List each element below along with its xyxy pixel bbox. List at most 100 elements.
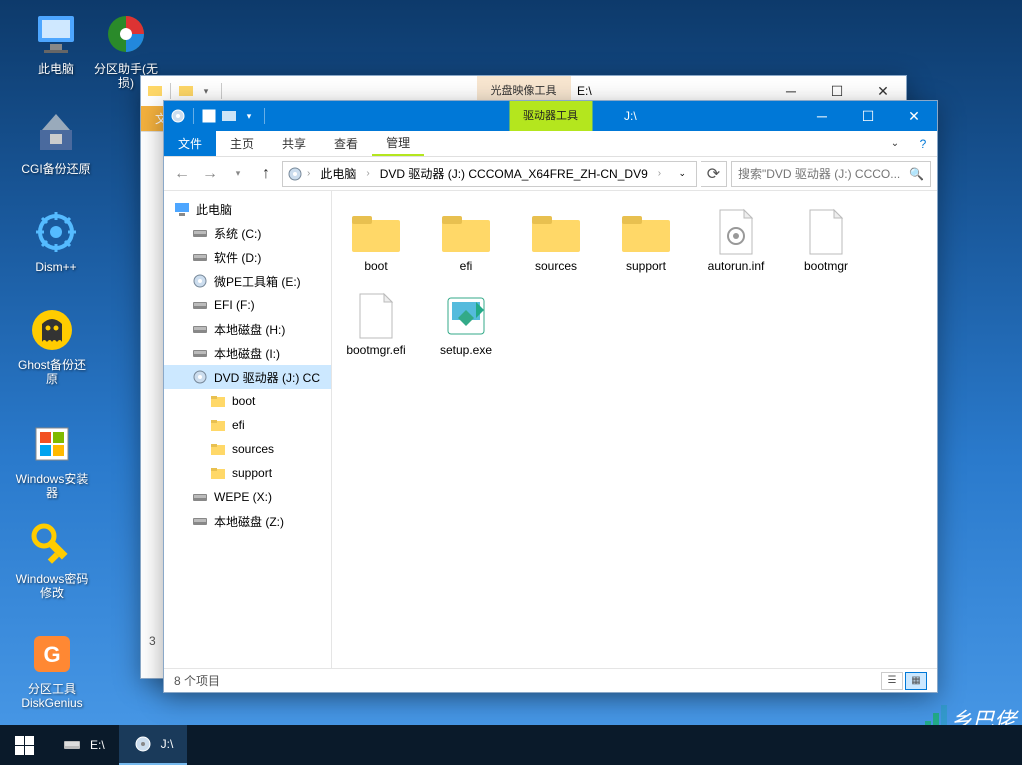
dropdown-icon[interactable]: ▾ (198, 83, 214, 99)
tree-node[interactable]: WEPE (X:) (164, 485, 331, 509)
breadcrumb-item[interactable]: DVD 驱动器 (J:) CCCOMA_X64FRE_ZH-CN_DV9 (374, 162, 654, 186)
nav-recent-icon[interactable]: ▾ (226, 162, 250, 186)
tree-node[interactable]: boot (164, 389, 331, 413)
maximize-button[interactable]: ☐ (845, 101, 891, 131)
diskgenius-icon: G (28, 630, 76, 678)
props-icon[interactable] (201, 108, 217, 124)
expand-ribbon-icon[interactable]: ⌄ (881, 131, 909, 156)
task-icon (62, 735, 82, 755)
status-text: 8 个项目 (174, 672, 220, 689)
task-label: E:\ (90, 738, 105, 752)
breadcrumb-dropdown-icon[interactable]: ⌄ (672, 162, 692, 186)
nav-back-icon[interactable]: ← (170, 162, 194, 186)
tree-label: efi (232, 418, 245, 432)
drive-icon (192, 297, 208, 313)
explorer-window-j: ▾ 驱动器工具 J:\ ─ ☐ ✕ 文件 主页 共享 查看 管理 ⌄ ? ← →… (163, 100, 938, 693)
tree-node[interactable]: sources (164, 437, 331, 461)
dropdown-icon[interactable]: ▾ (241, 108, 257, 124)
cd-icon (287, 166, 303, 182)
view-tab[interactable]: 查看 (320, 131, 372, 156)
tree-node[interactable]: 本地磁盘 (I:) (164, 341, 331, 365)
tree-node[interactable]: 系统 (C:) (164, 221, 331, 245)
breadcrumb-item[interactable]: 此电脑 (314, 162, 362, 186)
tree-node[interactable]: 微PE工具箱 (E:) (164, 269, 331, 293)
desktop-icon-this-pc[interactable]: 此电脑 (18, 10, 94, 76)
file-item[interactable]: autorun.inf (700, 203, 772, 279)
share-tab[interactable]: 共享 (268, 131, 320, 156)
manage-tab[interactable]: 管理 (372, 131, 424, 156)
cd-icon (192, 273, 208, 289)
desktop-icon-label: 此电脑 (18, 62, 94, 76)
view-details-icon[interactable]: ☰ (881, 672, 903, 690)
tree-node[interactable]: 此电脑 (164, 197, 331, 221)
breadcrumb[interactable]: › 此电脑 › DVD 驱动器 (J:) CCCOMA_X64FRE_ZH-CN… (282, 161, 697, 187)
file-item[interactable]: boot (340, 203, 412, 279)
desktop-icon-ghost-backup[interactable]: Ghost备份还原 (14, 306, 90, 387)
desktop-icon-diskgenius[interactable]: G分区工具DiskGenius (14, 630, 90, 711)
folder-icon (210, 417, 226, 433)
tree-node[interactable]: 软件 (D:) (164, 245, 331, 269)
folder-icon (210, 393, 226, 409)
desktop-icon-windows-installer[interactable]: Windows安装器 (14, 420, 90, 501)
file-item[interactable]: support (610, 203, 682, 279)
task-icon (133, 734, 153, 754)
file-name: autorun.inf (705, 260, 767, 274)
nav-tree[interactable]: 此电脑系统 (C:)软件 (D:) 微PE工具箱 (E:) EFI (F:) 本地磁盘… (164, 191, 332, 668)
file-name: bootmgr (795, 260, 857, 274)
view-icons-icon[interactable]: ▦ (905, 672, 927, 690)
file-name: boot (345, 260, 407, 274)
folder-icon (221, 108, 237, 124)
file-list[interactable]: boot efi sources support autorun.inf bootmgr b… (332, 191, 937, 668)
folder-icon (178, 83, 194, 99)
taskbar-button-task-j[interactable]: J:\ (119, 725, 188, 765)
chevron-right-icon[interactable]: › (656, 168, 663, 179)
close-button[interactable]: ✕ (891, 101, 937, 131)
tree-node[interactable]: efi (164, 413, 331, 437)
file-tab[interactable]: 文件 (164, 131, 216, 156)
folder-icon (618, 208, 674, 256)
desktop-icon-windows-password[interactable]: Windows密码修改 (14, 520, 90, 601)
drive-icon (192, 513, 208, 529)
file-item[interactable]: sources (520, 203, 592, 279)
tree-node[interactable]: 本地磁盘 (Z:) (164, 509, 331, 533)
file-name: sources (525, 260, 587, 274)
search-input[interactable] (738, 167, 903, 181)
start-button[interactable] (0, 725, 48, 765)
tree-label: 微PE工具箱 (E:) (214, 273, 301, 290)
tree-node[interactable]: support (164, 461, 331, 485)
ribbon: 文件 主页 共享 查看 管理 ⌄ ? (164, 131, 937, 157)
tree-label: sources (232, 442, 274, 456)
context-tab[interactable]: 驱动器工具 (509, 101, 592, 131)
refresh-icon[interactable]: ⟳ (701, 161, 727, 187)
tree-label: DVD 驱动器 (J:) CC (214, 369, 320, 386)
dism-icon (32, 208, 80, 256)
file-icon (348, 292, 404, 340)
help-icon[interactable]: ? (909, 131, 937, 156)
file-item[interactable]: setup.exe (430, 287, 502, 363)
file-item[interactable]: bootmgr.efi (340, 287, 412, 363)
drive-icon (192, 249, 208, 265)
tree-label: 此电脑 (196, 201, 232, 218)
tree-label: EFI (F:) (214, 298, 255, 312)
taskbar: E:\ J:\ (0, 725, 1022, 765)
nav-up-icon[interactable]: ↑ (254, 162, 278, 186)
search-icon[interactable]: 🔍 (909, 167, 924, 181)
titlebar[interactable]: ▾ 驱动器工具 J:\ ─ ☐ ✕ (164, 101, 937, 131)
desktop-icon-cgi-backup[interactable]: CGI备份还原 (18, 110, 94, 176)
taskbar-button-task-e[interactable]: E:\ (48, 725, 119, 765)
search-box[interactable]: 🔍 (731, 161, 931, 187)
chevron-right-icon[interactable]: › (364, 168, 371, 179)
desktop-icon-label: Ghost备份还原 (14, 358, 90, 387)
tree-node[interactable]: DVD 驱动器 (J:) CC (164, 365, 331, 389)
tree-node[interactable]: EFI (F:) (164, 293, 331, 317)
file-item[interactable]: bootmgr (790, 203, 862, 279)
minimize-button[interactable]: ─ (799, 101, 845, 131)
file-item[interactable]: efi (430, 203, 502, 279)
tree-node[interactable]: 本地磁盘 (H:) (164, 317, 331, 341)
tree-label: 本地磁盘 (I:) (214, 345, 280, 362)
chevron-right-icon[interactable]: › (305, 168, 312, 179)
desktop-icon-dism[interactable]: Dism++ (18, 208, 94, 274)
home-tab[interactable]: 主页 (216, 131, 268, 156)
file-name: bootmgr.efi (345, 344, 407, 358)
tree-label: 本地磁盘 (H:) (214, 321, 285, 338)
